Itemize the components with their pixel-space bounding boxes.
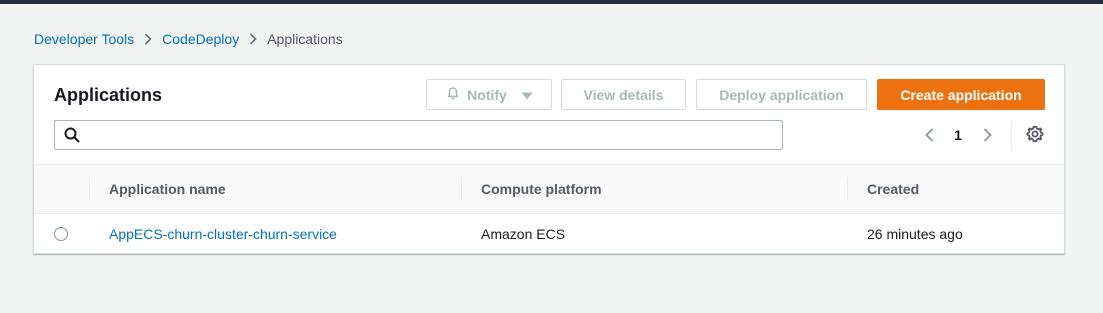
search-icon (64, 127, 80, 143)
column-header-compute-platform[interactable]: Compute platform (481, 165, 602, 213)
column-divider (89, 177, 90, 201)
chevron-right-icon (249, 33, 257, 45)
gear-icon[interactable] (1026, 125, 1044, 143)
chevron-right-icon (983, 128, 992, 142)
search-box (54, 120, 783, 150)
table-header: Application name Compute platform Create… (34, 164, 1064, 214)
application-name-link[interactable]: AppECS-churn-cluster-churn-service (109, 214, 337, 254)
current-page-number[interactable]: 1 (947, 124, 969, 146)
caret-down-icon (521, 87, 533, 103)
notify-label: Notify (467, 86, 507, 103)
breadcrumb-current: Applications (267, 31, 343, 47)
compute-platform-cell: Amazon ECS (481, 226, 566, 242)
bell-icon (445, 85, 461, 104)
deploy-application-button[interactable]: Deploy application (696, 79, 867, 110)
chevron-right-icon (144, 33, 152, 45)
column-header-application-name[interactable]: Application name (109, 165, 226, 213)
column-divider (847, 177, 848, 201)
breadcrumb-codedeploy[interactable]: CodeDeploy (162, 31, 239, 47)
row-select-radio[interactable] (54, 227, 68, 241)
breadcrumb: Developer Tools CodeDeploy Applications (34, 30, 343, 48)
created-cell: 26 minutes ago (867, 226, 963, 242)
table-row[interactable]: AppECS-churn-cluster-churn-service Amazo… (34, 214, 1064, 254)
top-navigation-bar (0, 0, 1103, 4)
column-divider (461, 177, 462, 201)
search-input[interactable] (87, 121, 777, 149)
view-details-button[interactable]: View details (561, 79, 686, 110)
applications-panel: Applications Notify View details Deploy … (33, 64, 1065, 254)
chevron-left-icon (924, 128, 933, 142)
panel-title: Applications (54, 85, 163, 105)
previous-page-button[interactable] (922, 124, 936, 146)
column-header-created[interactable]: Created (867, 165, 919, 213)
next-page-button[interactable] (980, 124, 994, 146)
notify-button[interactable]: Notify (426, 79, 552, 110)
breadcrumb-developer-tools[interactable]: Developer Tools (34, 31, 134, 47)
pager-divider (1011, 121, 1012, 149)
create-application-button[interactable]: Create application (877, 79, 1045, 110)
